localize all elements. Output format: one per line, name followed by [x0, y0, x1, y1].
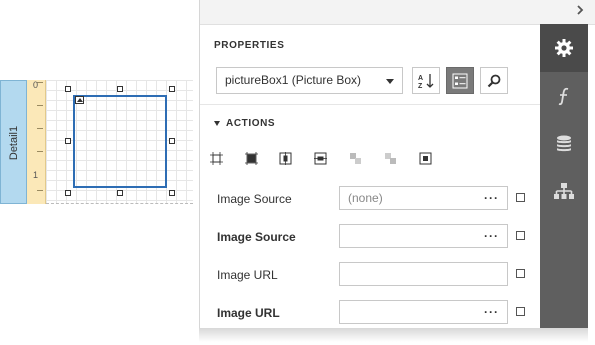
svg-text:A: A [418, 75, 423, 82]
vertical-ruler: 0 1 [27, 80, 46, 204]
panel-header-bar [200, 0, 595, 25]
detail-band[interactable]: Detail1 [0, 80, 27, 204]
checkbox[interactable] [516, 193, 525, 202]
ruler-tick [37, 128, 43, 129]
fit-bounds-icon[interactable] [419, 152, 432, 165]
resize-handle[interactable] [169, 86, 175, 92]
panel-tab-bar [540, 24, 588, 328]
function-icon [558, 87, 569, 106]
resize-handle[interactable] [117, 190, 123, 196]
divider [200, 104, 541, 105]
image-url-expression-field[interactable]: ··· [339, 300, 508, 324]
svg-text:Z: Z [418, 83, 423, 90]
ellipsis-button[interactable]: ··· [484, 187, 499, 209]
resize-handle[interactable] [65, 190, 71, 196]
row-label-image-source: Image Source [217, 192, 292, 206]
band-label: Detail1 [8, 125, 21, 161]
component-selector-value: pictureBox1 (Picture Box) [225, 73, 362, 87]
checkbox[interactable] [516, 231, 525, 240]
sort-alphabetical-button[interactable]: A Z [412, 67, 440, 94]
tab-expressions[interactable] [540, 72, 588, 120]
resize-handle[interactable] [169, 190, 175, 196]
row-label-image-url-bound: Image URL [217, 306, 280, 320]
row-label-image-source-bound: Image Source [217, 230, 296, 244]
tab-report-explorer[interactable] [540, 168, 588, 216]
panel-title: PROPERTIES [214, 40, 285, 51]
send-to-back-icon [385, 153, 396, 164]
hierarchy-icon [554, 183, 574, 199]
center-vertically-icon[interactable] [314, 152, 327, 165]
ruler-tick [37, 151, 43, 152]
ruler-tick [37, 105, 43, 106]
center-horizontally-icon[interactable] [279, 152, 292, 165]
image-source-expression-field[interactable]: ··· [339, 224, 508, 248]
collapse-triangle-icon[interactable] [214, 121, 220, 126]
tab-properties[interactable] [540, 24, 588, 72]
chevron-down-icon [386, 79, 394, 84]
checkbox[interactable] [516, 269, 525, 278]
categorized-view-button[interactable] [446, 67, 474, 94]
database-icon [557, 135, 571, 152]
ellipsis-button[interactable]: ··· [484, 301, 499, 323]
smart-tag-icon[interactable] [75, 96, 84, 104]
ruler-number: 1 [33, 170, 39, 180]
gear-icon [555, 39, 573, 57]
image-source-value: (none) [348, 191, 383, 205]
tab-field-list[interactable] [540, 120, 588, 168]
resize-handle[interactable] [117, 86, 123, 92]
image-source-field[interactable]: (none) ··· [339, 186, 508, 210]
panel-shadow [199, 328, 588, 342]
sort-az-icon: A Z [418, 73, 434, 90]
align-to-grid-icon[interactable] [210, 152, 223, 165]
resize-handle[interactable] [65, 86, 71, 92]
checkbox[interactable] [516, 307, 525, 316]
image-url-field[interactable] [339, 262, 508, 286]
picture-box-control[interactable] [73, 95, 167, 188]
chevron-right-icon[interactable] [573, 4, 587, 18]
properties-panel: PROPERTIES pictureBox1 (Picture Box) A Z… [199, 0, 595, 328]
categories-icon [452, 73, 468, 88]
resize-handle[interactable] [169, 138, 175, 144]
search-icon [487, 74, 501, 87]
component-selector[interactable]: pictureBox1 (Picture Box) [216, 67, 403, 94]
row-label-image-url: Image URL [217, 268, 278, 282]
ellipsis-button[interactable]: ··· [484, 225, 499, 247]
search-button[interactable] [480, 67, 508, 94]
bring-to-front-icon [350, 153, 361, 164]
resize-handle[interactable] [65, 138, 71, 144]
ruler-number: 0 [33, 80, 39, 90]
ruler-tick [37, 190, 43, 191]
actions-section-title[interactable]: ACTIONS [226, 118, 275, 129]
size-to-grid-icon[interactable] [245, 152, 258, 165]
